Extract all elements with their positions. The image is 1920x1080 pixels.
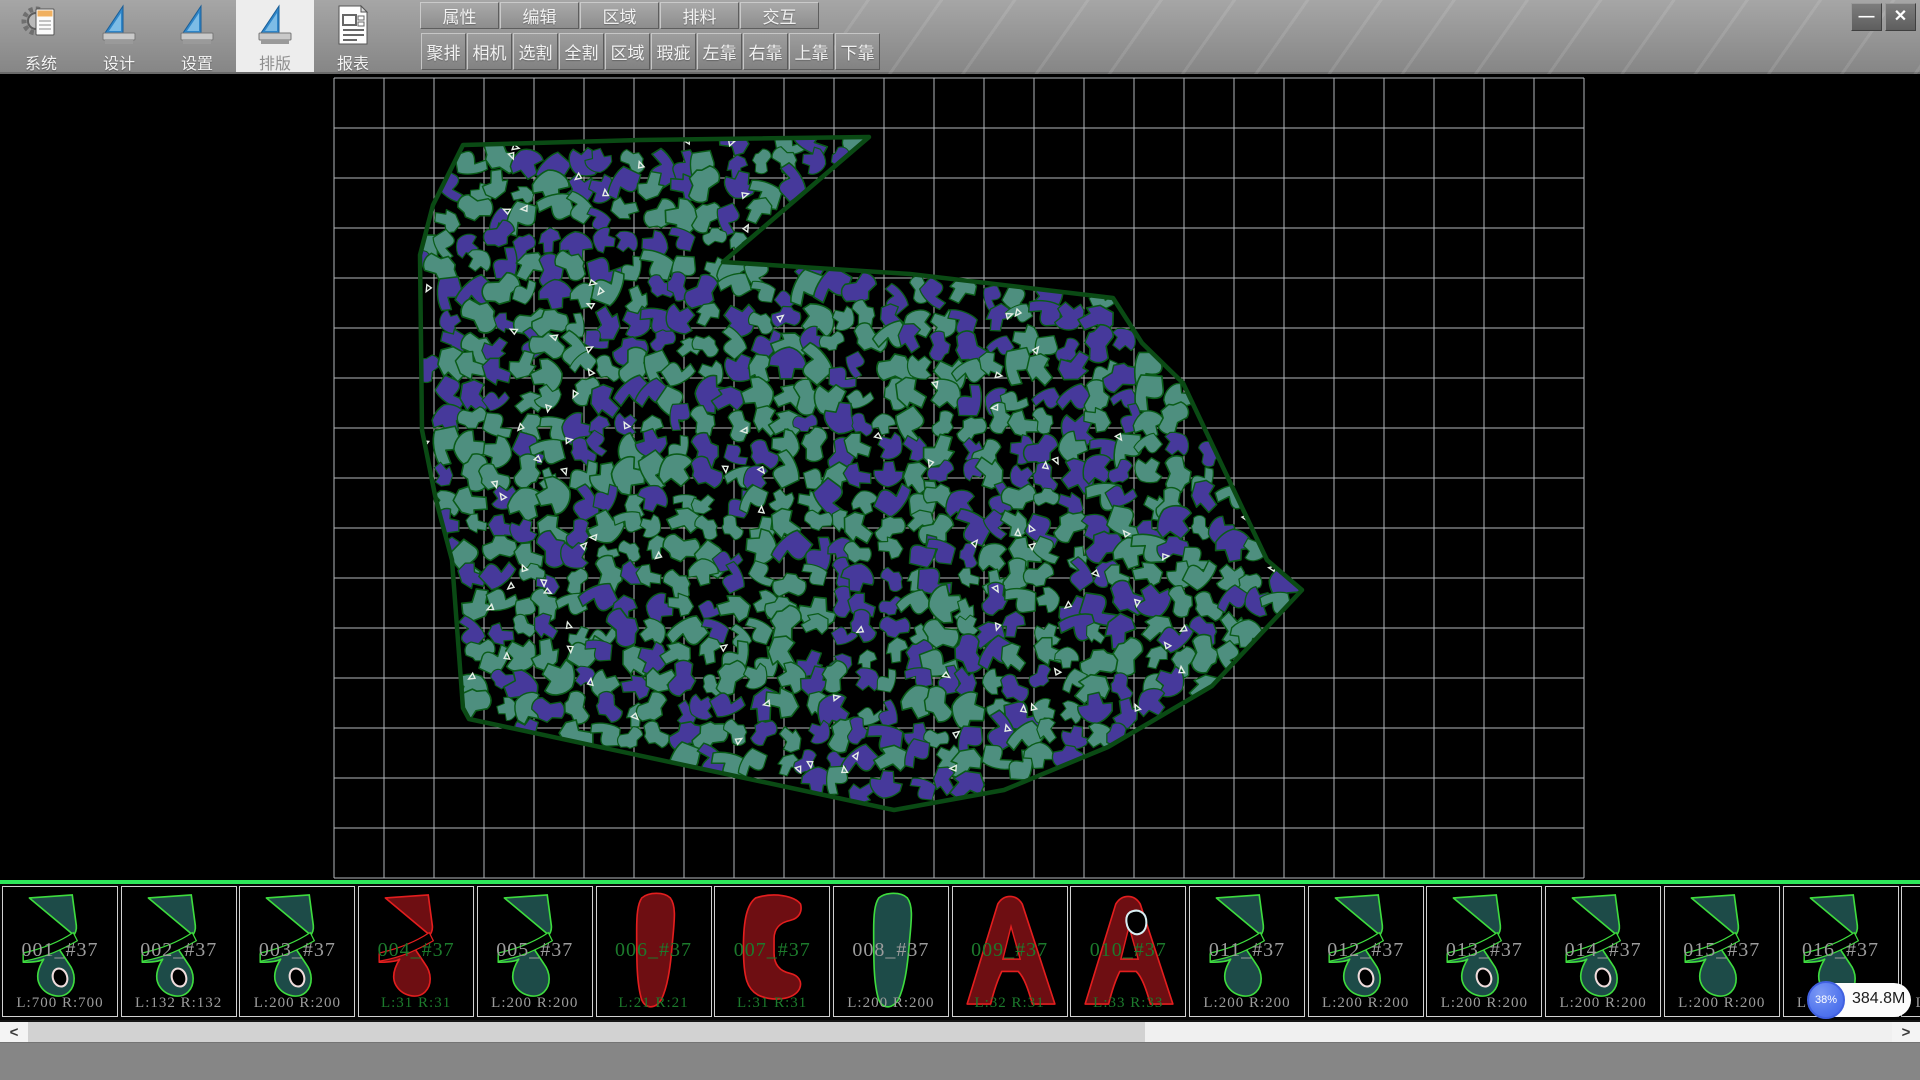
piece-id-label: 009_#37 xyxy=(953,939,1067,962)
action-button-6[interactable]: 瑕疵 xyxy=(651,33,696,70)
minimize-button[interactable]: — xyxy=(1851,3,1882,31)
piece-thumbnail-12[interactable]: 012_#37 L:200 R:200 xyxy=(1308,886,1424,1017)
window-controls: — ✕ xyxy=(1851,3,1916,31)
menu-tab-row: 属性编辑区域排料交互 xyxy=(420,2,820,29)
mode-button-3[interactable]: 设置 xyxy=(158,0,236,72)
piece-thumbnail-9[interactable]: 009_#37 L:32 R:31 xyxy=(952,886,1068,1017)
mode-button-label: 报表 xyxy=(337,50,369,74)
piece-thumbnail-10[interactable]: 010_#37 L:33 R:33 xyxy=(1070,886,1186,1017)
action-button-7[interactable]: 左靠 xyxy=(697,33,742,70)
mode-button-1[interactable]: 系统 xyxy=(2,0,80,72)
action-button-4[interactable]: 全割 xyxy=(559,33,604,70)
piece-id-label: 003_#37 xyxy=(240,939,354,962)
piece-lr-count: L:21 R:21 xyxy=(597,995,711,1012)
scroll-left-arrow-icon[interactable]: < xyxy=(0,1022,28,1042)
piece-id-label: 007_#37 xyxy=(715,939,829,962)
piece-lr-count: L:132 R:132 xyxy=(122,995,236,1012)
mode-button-2[interactable]: 设计 xyxy=(80,0,158,72)
piece-thumbnail-3[interactable]: 003_#37 L:200 R:200 xyxy=(239,886,355,1017)
piece-thumbnail-1[interactable]: 001_#37 L:700 R:700 xyxy=(2,886,118,1017)
bottom-status-bar xyxy=(0,1042,1920,1080)
menu-tab-5[interactable]: 交互 xyxy=(740,2,819,29)
scrollbar-thumb[interactable] xyxy=(28,1022,1145,1042)
piece-id-label: 010_#37 xyxy=(1071,939,1185,962)
menu-tab-4[interactable]: 排料 xyxy=(660,2,739,29)
status-badge[interactable]: 38% 384.8M xyxy=(1810,983,1911,1017)
piece-lr-count: L:31 R:31 xyxy=(715,995,829,1012)
action-button-1[interactable]: 聚排 xyxy=(421,33,466,70)
gear-doc-icon xyxy=(21,3,61,47)
nesting-layout-drawing xyxy=(0,74,1920,880)
action-button-9[interactable]: 上靠 xyxy=(789,33,834,70)
mode-button-label: 排版 xyxy=(259,50,291,74)
piece-thumbnail-2[interactable]: 002_#37 L:132 R:132 xyxy=(121,886,237,1017)
piece-lr-count: L:200 R:200 xyxy=(1190,995,1304,1012)
scroll-right-arrow-icon[interactable]: > xyxy=(1892,1022,1920,1042)
mode-button-5[interactable]: 报表 xyxy=(314,0,392,72)
piece-lr-count: L:33 R:33 xyxy=(1071,995,1185,1012)
piece-thumbnail-5[interactable]: 005_#37 L:200 R:200 xyxy=(477,886,593,1017)
action-button-2[interactable]: 相机 xyxy=(467,33,512,70)
nesting-app-window: 系统设计设置排版报表 属性编辑区域排料交互 聚排相机选割全割区域瑕疵左靠右靠上靠… xyxy=(0,0,1920,1080)
action-button-3[interactable]: 选割 xyxy=(513,33,558,70)
piece-thumbnail-11[interactable]: 011_#37 L:200 R:200 xyxy=(1189,886,1305,1017)
piece-lr-count: L:200 R:200 xyxy=(240,995,354,1012)
piece-lr-count: L:31 R:31 xyxy=(359,995,473,1012)
action-button-5[interactable]: 区域 xyxy=(605,33,650,70)
piece-lr-count: L:32 R:31 xyxy=(953,995,1067,1012)
action-button-8[interactable]: 右靠 xyxy=(743,33,788,70)
piece-lr-count: L:200 R:200 xyxy=(1546,995,1660,1012)
piece-id-label: 016_#37 xyxy=(1784,939,1898,962)
piece-id-label: 004_#37 xyxy=(359,939,473,962)
piece-thumbnail-14[interactable]: 014_#37 L:200 R:200 xyxy=(1545,886,1661,1017)
piece-thumbnail-7[interactable]: 007_#37 L:31 R:31 xyxy=(714,886,830,1017)
piece-id-label: 005_#37 xyxy=(478,939,592,962)
piece-id-label: 015_#37 xyxy=(1665,939,1779,962)
piece-lr-count: L:200 R:200 xyxy=(1427,995,1541,1012)
piece-thumbnail-15[interactable]: 015_#37 L:200 R:200 xyxy=(1664,886,1780,1017)
ruler-icon xyxy=(255,3,295,47)
mode-button-label: 系统 xyxy=(25,50,57,74)
piece-id-label: 008_#37 xyxy=(834,939,948,962)
action-button-row: 聚排相机选割全割区域瑕疵左靠右靠上靠下靠 xyxy=(421,33,881,70)
piece-thumbnail-6[interactable]: 006_#37 L:21 R:21 xyxy=(596,886,712,1017)
piece-id-label: 017_#37 xyxy=(1902,939,1920,962)
piece-id-label: 014_#37 xyxy=(1546,939,1660,962)
close-button[interactable]: ✕ xyxy=(1885,3,1916,31)
piece-lr-count: L:700 R:700 xyxy=(3,995,117,1012)
piece-thumbnail-4[interactable]: 004_#37 L:31 R:31 xyxy=(358,886,474,1017)
nesting-canvas[interactable] xyxy=(0,74,1920,880)
piece-thumbnail-13[interactable]: 013_#37 L:200 R:200 xyxy=(1426,886,1542,1017)
menu-tab-3[interactable]: 区域 xyxy=(580,2,659,29)
piece-lr-count: L:200 R:200 xyxy=(834,995,948,1012)
ruler-icon xyxy=(99,3,139,47)
mode-button-4[interactable]: 排版 xyxy=(236,0,314,72)
toolbar-texture xyxy=(820,0,1920,74)
piece-lr-count: L:200 R:200 xyxy=(1665,995,1779,1012)
main-mode-buttons: 系统 设计 设置 排版 报表 xyxy=(2,0,392,72)
badge-size-label: 384.8M xyxy=(1852,990,1905,1008)
mode-button-label: 设置 xyxy=(181,50,213,74)
menu-tab-2[interactable]: 编辑 xyxy=(500,2,579,29)
piece-id-label: 006_#37 xyxy=(597,939,711,962)
piece-id-label: 013_#37 xyxy=(1427,939,1541,962)
menu-tab-1[interactable]: 属性 xyxy=(420,2,499,29)
progress-circle: 38% xyxy=(1807,981,1845,1019)
toolbar: 系统设计设置排版报表 属性编辑区域排料交互 聚排相机选割全割区域瑕疵左靠右靠上靠… xyxy=(0,0,1920,74)
piece-thumbnail-strip: 001_#37L:700 R:700002_#37L:132 R:132003_… xyxy=(0,884,1920,1020)
horizontal-scrollbar[interactable]: < > xyxy=(0,1022,1920,1042)
piece-id-label: 001_#37 xyxy=(3,939,117,962)
action-button-10[interactable]: 下靠 xyxy=(835,33,880,70)
piece-id-label: 002_#37 xyxy=(122,939,236,962)
piece-id-label: 012_#37 xyxy=(1309,939,1423,962)
piece-lr-count: L:200 R:200 xyxy=(1309,995,1423,1012)
report-icon xyxy=(333,3,373,47)
mode-button-label: 设计 xyxy=(103,50,135,74)
piece-id-label: 011_#37 xyxy=(1190,939,1304,962)
ruler-icon xyxy=(177,3,217,47)
piece-lr-count: L:200 R:200 xyxy=(478,995,592,1012)
piece-thumbnail-8[interactable]: 008_#37 L:200 R:200 xyxy=(833,886,949,1017)
